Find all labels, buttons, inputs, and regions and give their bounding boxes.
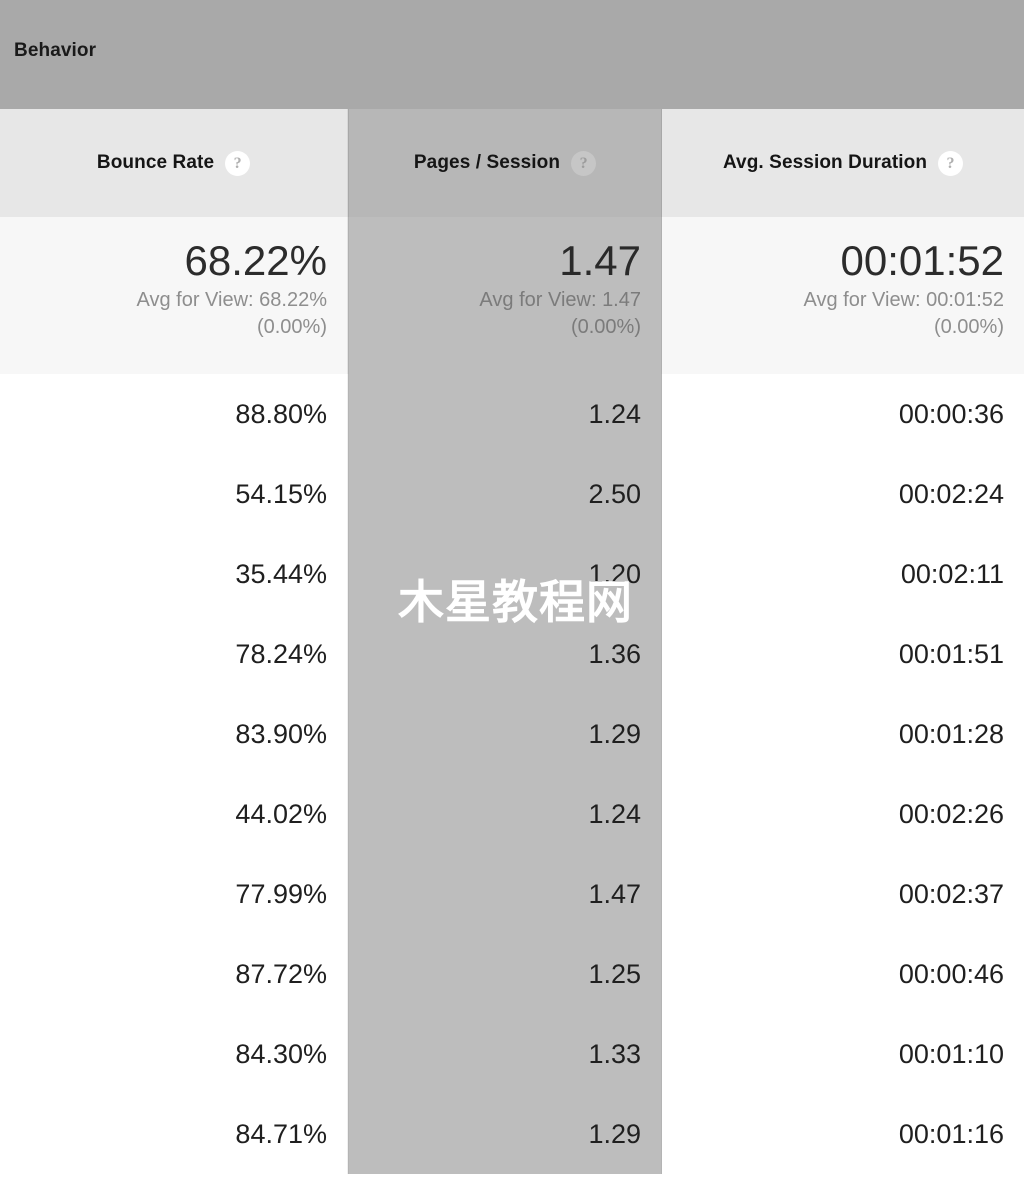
table-row[interactable]: 78.24%1.3600:01:51 [0,614,1024,694]
cell-bounce-rate: 88.80% [0,374,348,454]
summary-cell-avg-session-duration: 00:01:52 Avg for View: 00:01:52 (0.00%) [662,217,1024,374]
cell-avg-session-duration: 00:02:37 [662,854,1024,934]
column-header-label: Bounce Rate [97,152,214,174]
cell-pages-per-session: 1.20 [348,534,662,614]
cell-pages-per-session: 1.33 [348,1014,662,1094]
cell-pages-per-session: 1.29 [348,1094,662,1174]
cell-pages-per-session: 1.24 [348,774,662,854]
behavior-report-table: Behavior Bounce Rate ? Pages / Session ?… [0,0,1024,1192]
table-row[interactable]: 35.44%1.2000:02:11 [0,534,1024,614]
cell-avg-session-duration: 00:02:26 [662,774,1024,854]
help-icon[interactable]: ? [938,151,963,176]
help-icon[interactable]: ? [571,151,596,176]
cell-pages-per-session: 2.50 [348,454,662,534]
summary-value: 1.47 [369,235,641,287]
cell-bounce-rate: 78.24% [0,614,348,694]
column-header-label: Pages / Session [414,152,560,174]
table-row[interactable]: 88.80%1.2400:00:36 [0,374,1024,454]
table-row[interactable]: 77.99%1.4700:02:37 [0,854,1024,934]
summary-delta: (0.00%) [369,314,641,341]
column-header-bounce-rate[interactable]: Bounce Rate ? [0,109,348,217]
table-row[interactable]: 54.15%2.5000:02:24 [0,454,1024,534]
summary-avg-for-view: Avg for View: 00:01:52 [682,287,1004,314]
summary-avg-for-view: Avg for View: 68.22% [20,287,327,314]
page-title: Behavior [14,40,96,62]
cell-bounce-rate: 35.44% [0,534,348,614]
table-summary-row: 68.22% Avg for View: 68.22% (0.00%) 1.47… [0,217,1024,374]
cell-bounce-rate: 87.72% [0,934,348,1014]
cell-bounce-rate: 84.30% [0,1014,348,1094]
column-header-avg-session-duration[interactable]: Avg. Session Duration ? [662,109,1024,217]
summary-avg-for-view: Avg for View: 1.47 [369,287,641,314]
cell-bounce-rate: 84.71% [0,1094,348,1174]
cell-avg-session-duration: 00:00:46 [662,934,1024,1014]
cell-bounce-rate: 83.90% [0,694,348,774]
cell-avg-session-duration: 00:01:51 [662,614,1024,694]
table-row[interactable]: 44.02%1.2400:02:26 [0,774,1024,854]
cell-pages-per-session: 1.24 [348,374,662,454]
table-header-row: Bounce Rate ? Pages / Session ? Avg. Ses… [0,109,1024,217]
cell-pages-per-session: 1.25 [348,934,662,1014]
summary-cell-pages-per-session: 1.47 Avg for View: 1.47 (0.00%) [348,217,662,374]
table-body: 88.80%1.2400:00:3654.15%2.5000:02:2435.4… [0,374,1024,1174]
table-row[interactable]: 83.90%1.2900:01:28 [0,694,1024,774]
column-header-label: Avg. Session Duration [723,152,927,174]
cell-avg-session-duration: 00:01:16 [662,1094,1024,1174]
cell-pages-per-session: 1.36 [348,614,662,694]
help-icon[interactable]: ? [225,151,250,176]
behavior-group-band: Behavior [0,0,1024,109]
table-row[interactable]: 87.72%1.2500:00:46 [0,934,1024,1014]
table-row[interactable]: 84.30%1.3300:01:10 [0,1014,1024,1094]
metrics-table: Bounce Rate ? Pages / Session ? Avg. Ses… [0,109,1024,1174]
summary-value: 68.22% [20,235,327,287]
cell-avg-session-duration: 00:02:24 [662,454,1024,534]
cell-avg-session-duration: 00:00:36 [662,374,1024,454]
cell-avg-session-duration: 00:02:11 [662,534,1024,614]
column-header-pages-per-session[interactable]: Pages / Session ? [348,109,662,217]
cell-pages-per-session: 1.29 [348,694,662,774]
cell-bounce-rate: 44.02% [0,774,348,854]
cell-avg-session-duration: 00:01:10 [662,1014,1024,1094]
summary-cell-bounce-rate: 68.22% Avg for View: 68.22% (0.00%) [0,217,348,374]
summary-value: 00:01:52 [682,235,1004,287]
table-row[interactable]: 84.71%1.2900:01:16 [0,1094,1024,1174]
cell-pages-per-session: 1.47 [348,854,662,934]
cell-bounce-rate: 77.99% [0,854,348,934]
cell-bounce-rate: 54.15% [0,454,348,534]
summary-delta: (0.00%) [682,314,1004,341]
cell-avg-session-duration: 00:01:28 [662,694,1024,774]
summary-delta: (0.00%) [20,314,327,341]
